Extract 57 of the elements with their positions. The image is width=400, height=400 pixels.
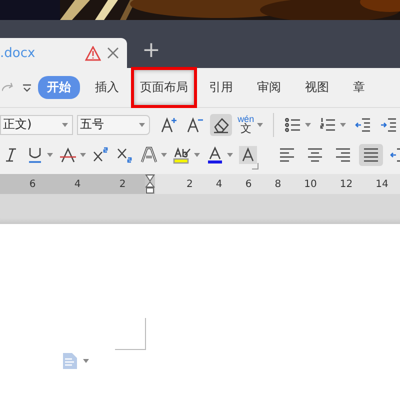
highlight-icon [173,146,191,164]
font-shrink-icon [186,116,204,134]
close-icon[interactable] [107,47,119,59]
indent-marker-icon[interactable] [145,174,155,194]
shading-icon [239,146,257,164]
caret-icon [47,152,53,156]
justify-button[interactable] [359,144,383,166]
ruler-number: 2 [119,178,126,190]
ribbon-tab[interactable]: 页面布局 [134,70,194,105]
caret-icon [227,152,233,156]
align-right-icon [334,146,352,164]
font-grow-icon [160,116,178,134]
font-color-icon [206,146,224,164]
caret-icon [83,359,89,363]
ribbon-tab[interactable]: 视图 [296,76,338,99]
pinyin-button[interactable]: wén 文 [236,112,266,136]
caret-icon [138,122,145,126]
margin-corner-mark [115,318,146,350]
chevron-down-icon[interactable] [22,82,32,92]
ruler-number: 2 [186,178,193,190]
indent-decrease-icon [354,116,372,134]
align-center-icon [306,146,324,164]
caret-icon [340,122,346,126]
underline-icon [26,146,44,164]
caret-icon [80,152,86,156]
ruler-number: 14 [376,178,388,190]
ruler-number: 12 [340,178,353,190]
font-size-field[interactable]: 五号 [76,114,150,134]
eraser-button[interactable] [210,114,232,136]
align-left-icon [278,146,296,164]
superscript-icon [92,146,110,164]
ruler-number: 6 [245,178,252,190]
justify-icon [362,146,380,164]
ruler-number: 4 [216,178,222,190]
strikethrough-icon [59,146,77,164]
numbering-icon [319,116,337,134]
caret-icon [305,122,311,126]
eraser-icon [212,116,230,134]
new-tab-button[interactable]: + [142,38,160,64]
ruler-number: 6 [29,178,36,190]
caret-icon [257,122,264,126]
caret-icon [161,152,167,156]
shading-button[interactable] [237,144,259,166]
ribbon-tab[interactable]: 审阅 [248,76,290,99]
indent-increase-icon [380,116,398,134]
font-field[interactable]: 正文) [0,114,73,134]
ruler-number: 4 [74,178,81,190]
ribbon-tab[interactable]: 引用 [200,76,242,99]
text-effect-icon [140,146,158,164]
ruler-number: 10 [304,178,317,190]
ribbon-tab[interactable]: 章 [344,76,374,99]
tab-title: .docx [0,46,36,60]
ruler-number: 8 [274,178,282,190]
bullets-icon [284,116,302,134]
ribbon-tab[interactable]: 插入 [86,76,128,99]
caret-icon [62,122,68,126]
caret-icon [194,152,200,156]
